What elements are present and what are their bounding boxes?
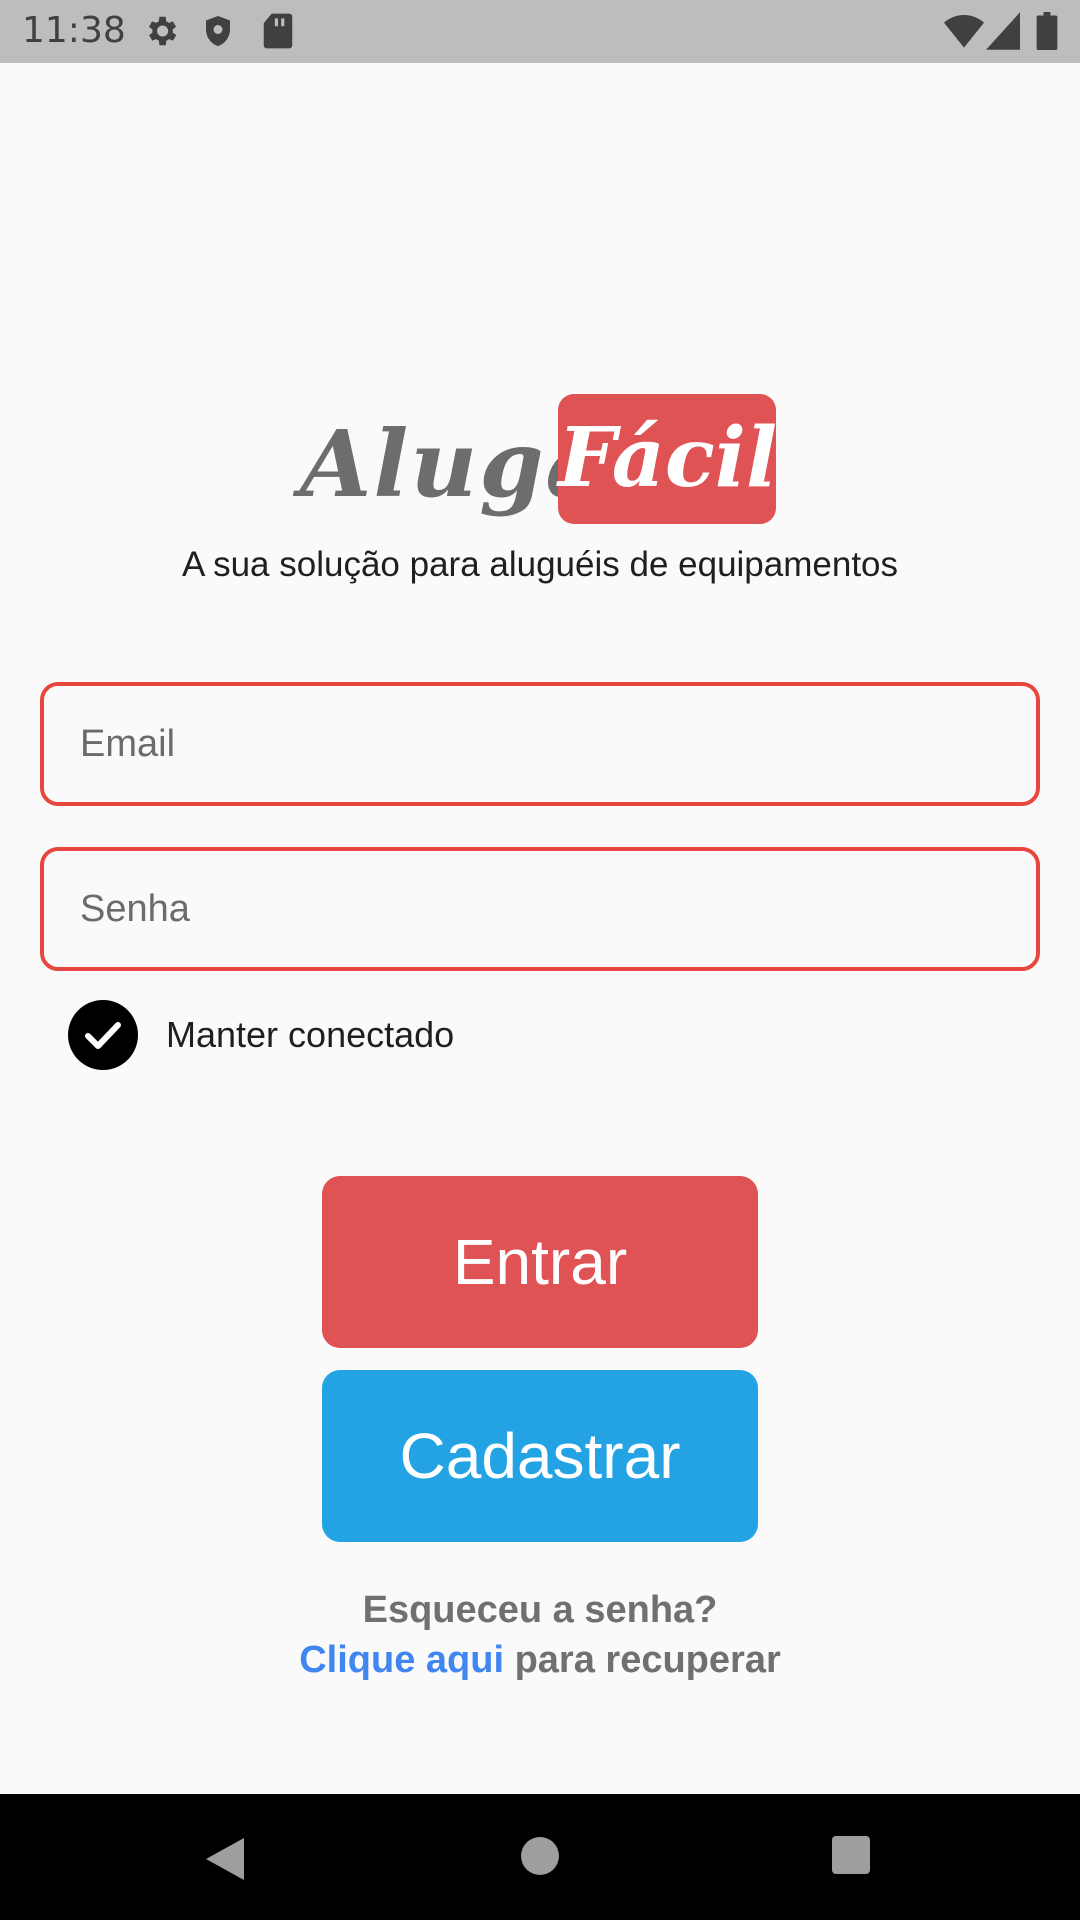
- forgot-password-question: Esqueceu a senha?: [362, 1589, 718, 1631]
- register-button[interactable]: Cadastrar: [322, 1370, 758, 1542]
- remember-me-label: Manter conectado: [166, 1014, 455, 1055]
- email-field[interactable]: [80, 686, 1000, 802]
- app-logo: Aluga Fácil: [0, 390, 1080, 530]
- recover-suffix: para recuperar: [504, 1639, 781, 1681]
- back-icon[interactable]: [200, 1834, 250, 1889]
- forgot-password-block: Esqueceu a senha? Clique aqui para recup…: [0, 1585, 1080, 1685]
- wifi-icon: [944, 12, 984, 55]
- sd-card-icon: [262, 12, 294, 55]
- logo-word-facil: Fácil: [558, 410, 778, 506]
- remember-me-checkbox[interactable]: [68, 1000, 138, 1070]
- recents-icon[interactable]: [830, 1834, 872, 1881]
- password-field-container: [40, 847, 1040, 971]
- email-field-container: [40, 682, 1040, 806]
- recover-link[interactable]: Clique aqui: [299, 1639, 504, 1681]
- shield-icon: [200, 12, 236, 55]
- status-bar: 11:38: [0, 0, 1080, 63]
- gear-icon: [142, 12, 180, 55]
- battery-icon: [1036, 12, 1058, 55]
- checkmark-icon: [85, 1022, 121, 1049]
- home-icon[interactable]: [518, 1834, 562, 1883]
- login-button[interactable]: Entrar: [322, 1176, 758, 1348]
- password-field[interactable]: [80, 851, 1000, 967]
- system-nav-bar: [0, 1794, 1080, 1920]
- status-time: 11:38: [22, 10, 126, 51]
- app-tagline: A sua solução para aluguéis de equipamen…: [181, 545, 899, 584]
- logo-badge: Fácil: [558, 394, 778, 524]
- recover-line: Clique aqui para recuperar: [0, 1635, 1080, 1685]
- remember-me-row[interactable]: Manter conectado: [68, 1000, 568, 1070]
- signal-icon: [986, 12, 1020, 55]
